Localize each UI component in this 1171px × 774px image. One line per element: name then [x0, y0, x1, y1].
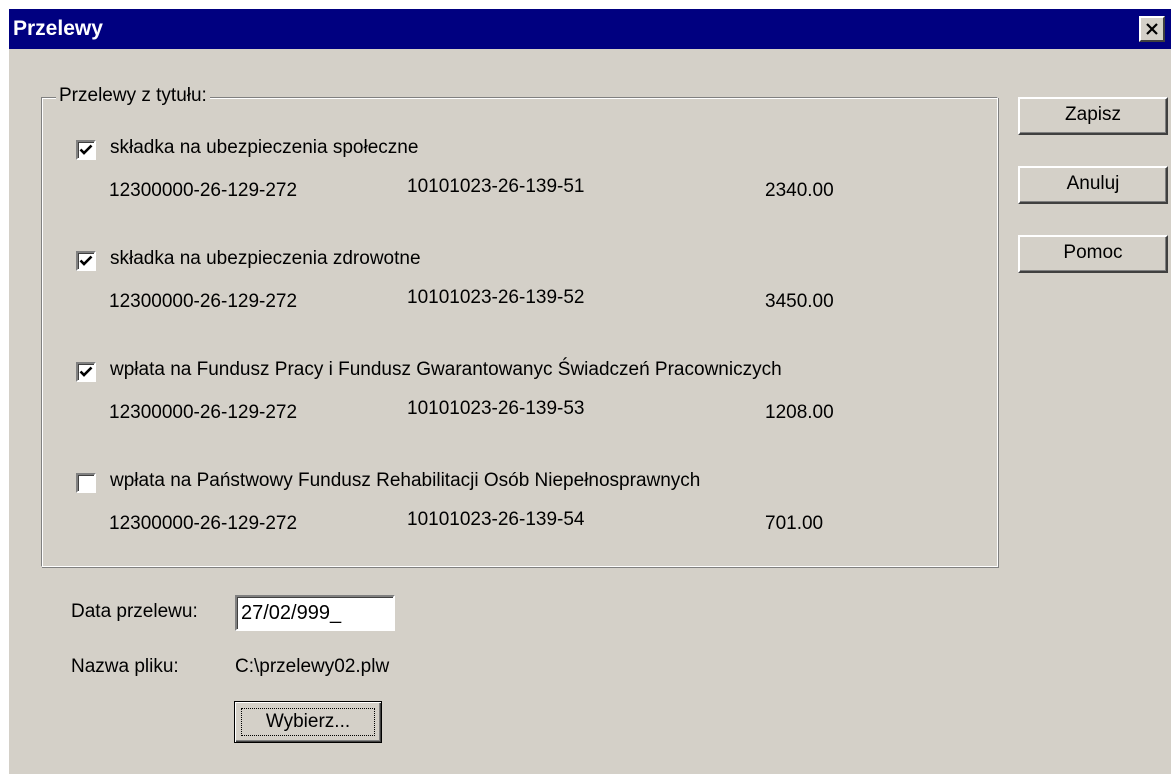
date-input[interactable]: [235, 595, 395, 631]
transfer-amount: 701.00: [765, 513, 824, 534]
browse-button[interactable]: Wybierz...: [234, 701, 382, 743]
checkmark-icon: [79, 255, 93, 266]
transfer-amount: 2340.00: [765, 180, 834, 201]
transfers-dialog: Przelewy Przelewy z tytułu: składka na u…: [0, 0, 1171, 774]
account-to: 10101023-26-139-54: [407, 509, 585, 530]
checkmark-icon: [79, 144, 93, 155]
checkmark-icon: [79, 366, 93, 377]
account-from: 12300000-26-129-272: [109, 180, 298, 201]
save-button[interactable]: Zapisz: [1018, 97, 1168, 135]
account-from: 12300000-26-129-272: [109, 513, 298, 534]
transfer-item-pfron: wpłata na Państwowy Fundusz Rehabilitacj…: [72, 470, 972, 543]
transfer-label-health: składka na ubezpieczenia zdrowotne: [110, 248, 421, 269]
transfer-label-social: składka na ubezpieczenia społeczne: [110, 137, 419, 158]
account-from: 12300000-26-129-272: [109, 402, 298, 423]
transfer-amount: 3450.00: [765, 291, 834, 312]
checkbox-labour-fund[interactable]: [76, 362, 96, 382]
file-name-value: C:\przelewy02.plw: [235, 656, 390, 677]
transfer-amount: 1208.00: [765, 402, 834, 423]
account-from: 12300000-26-129-272: [109, 291, 298, 312]
transfers-groupbox: Przelewy z tytułu: składka na ubezpiecze…: [41, 85, 998, 567]
checkbox-health[interactable]: [76, 251, 96, 271]
window-title: Przelewy: [13, 17, 103, 40]
checkbox-social[interactable]: [76, 140, 96, 160]
checkbox-pfron[interactable]: [76, 473, 96, 493]
transfer-item-labour-fund: wpłata na Fundusz Pracy i Fundusz Gwaran…: [72, 359, 972, 432]
close-button[interactable]: [1139, 16, 1165, 42]
account-to: 10101023-26-139-52: [407, 287, 585, 308]
date-label: Data przelewu:: [71, 601, 198, 622]
file-name-label: Nazwa pliku:: [71, 656, 179, 677]
account-to: 10101023-26-139-51: [407, 176, 585, 197]
transfer-item-health: składka na ubezpieczenia zdrowotne 12300…: [72, 248, 972, 321]
browse-button-label: Wybierz...: [241, 708, 375, 736]
account-to: 10101023-26-139-53: [407, 398, 585, 419]
groupbox-legend: Przelewy z tytułu:: [56, 85, 210, 107]
transfer-label-pfron: wpłata na Państwowy Fundusz Rehabilitacj…: [110, 470, 701, 491]
transfer-item-social: składka na ubezpieczenia społeczne 12300…: [72, 137, 972, 210]
help-button[interactable]: Pomoc: [1018, 235, 1168, 273]
title-bar[interactable]: Przelewy: [9, 9, 1171, 49]
cancel-button[interactable]: Anuluj: [1018, 166, 1168, 204]
transfer-label-labour-fund: wpłata na Fundusz Pracy i Fundusz Gwaran…: [110, 359, 782, 380]
